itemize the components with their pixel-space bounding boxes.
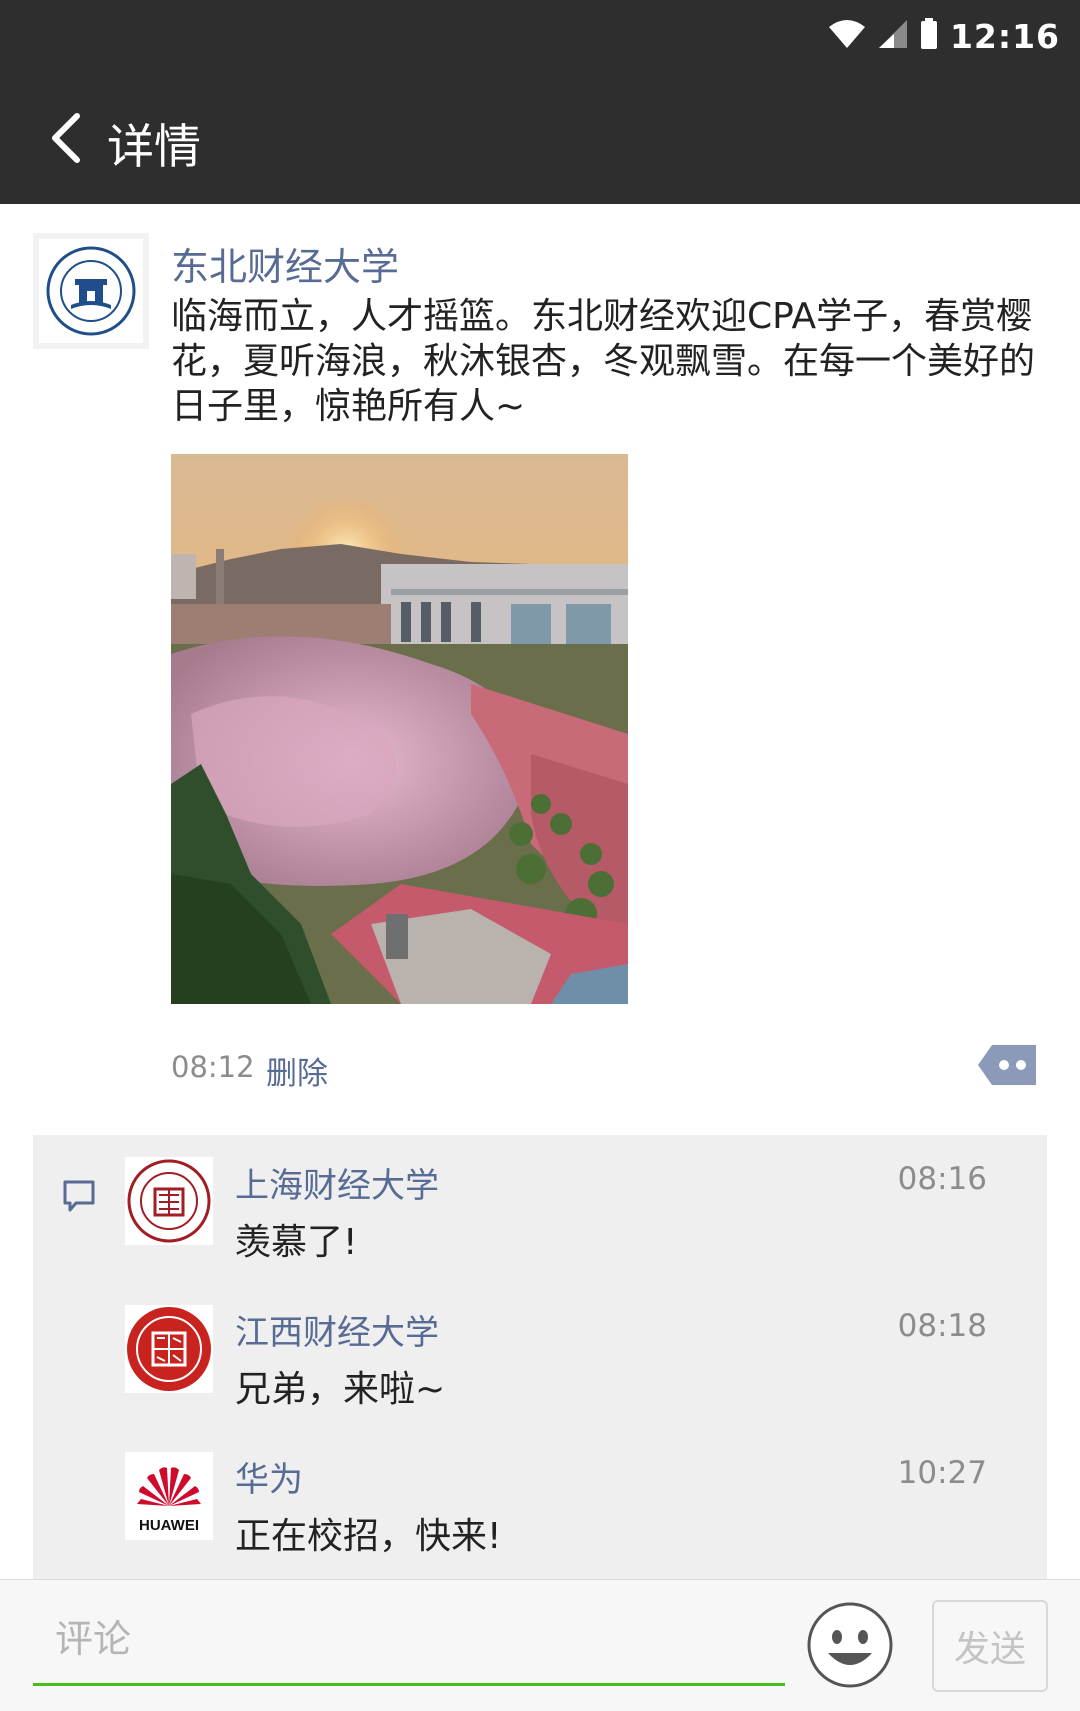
back-arrow-icon xyxy=(52,113,80,163)
huawei-logo-icon: HUAWEI xyxy=(137,1467,201,1534)
post-author-name[interactable]: 东北财经大学 xyxy=(171,236,399,291)
send-button[interactable]: 发送 xyxy=(932,1600,1048,1692)
signal-icon xyxy=(878,19,908,53)
post-time: 08:12 xyxy=(171,1050,255,1084)
commenter-avatar[interactable] xyxy=(125,1305,213,1393)
comment-text: 兄弟，来啦~ xyxy=(235,1369,446,1410)
comment-time: 08:16 xyxy=(897,1161,987,1197)
commenter-name[interactable]: 江西财经大学 xyxy=(235,1305,439,1354)
huawei-logo-text: HUAWEI xyxy=(139,1517,199,1534)
smiley-icon xyxy=(807,1602,893,1688)
battery-icon xyxy=(920,18,938,54)
delete-button[interactable]: 删除 xyxy=(266,1048,328,1093)
commenter-avatar[interactable] xyxy=(125,1157,213,1245)
comment-text: 羡慕了! xyxy=(235,1222,358,1263)
comment-input[interactable] xyxy=(33,1594,785,1686)
status-icons: 12:16 xyxy=(828,0,1060,72)
comment-time: 10:27 xyxy=(897,1455,987,1491)
wifi-icon xyxy=(828,19,866,53)
post-photo[interactable] xyxy=(171,454,628,1004)
dufe-logo-icon xyxy=(46,246,136,336)
campus-photo-image xyxy=(171,454,628,1004)
commenter-avatar[interactable]: HUAWEI xyxy=(125,1452,213,1540)
comment-time: 08:18 xyxy=(897,1308,987,1344)
status-bar: 12:16 xyxy=(0,0,1080,72)
more-actions-button[interactable] xyxy=(976,1043,1038,1087)
nav-bar: 详情 xyxy=(0,72,1080,204)
post-text: 临海而立，人才摇篮。东北财经欢迎CPA学子，春赏樱花，夏听海浪，秋沐银杏，冬观飘… xyxy=(171,296,1036,427)
commenter-name[interactable]: 上海财经大学 xyxy=(235,1158,439,1207)
back-button[interactable] xyxy=(30,102,100,174)
post-author-avatar[interactable] xyxy=(33,233,149,349)
comment-input-bar: 发送 xyxy=(0,1579,1080,1711)
comment-text: 正在校招，快来! xyxy=(235,1516,502,1557)
jxufe-logo-icon xyxy=(127,1307,211,1391)
commenter-name[interactable]: 华为 xyxy=(235,1452,303,1501)
page-title: 详情 xyxy=(107,120,201,175)
comments-section: 上海财经大学 08:16 羡慕了! 江西财经大学 08:18 兄弟，来啦~ HU… xyxy=(33,1135,1047,1579)
comment-bubble-icon xyxy=(62,1179,96,1217)
more-dots-icon xyxy=(978,1045,1036,1085)
emoji-button[interactable] xyxy=(806,1601,894,1689)
sufe-logo-icon xyxy=(127,1159,211,1243)
status-time: 12:16 xyxy=(949,16,1060,56)
